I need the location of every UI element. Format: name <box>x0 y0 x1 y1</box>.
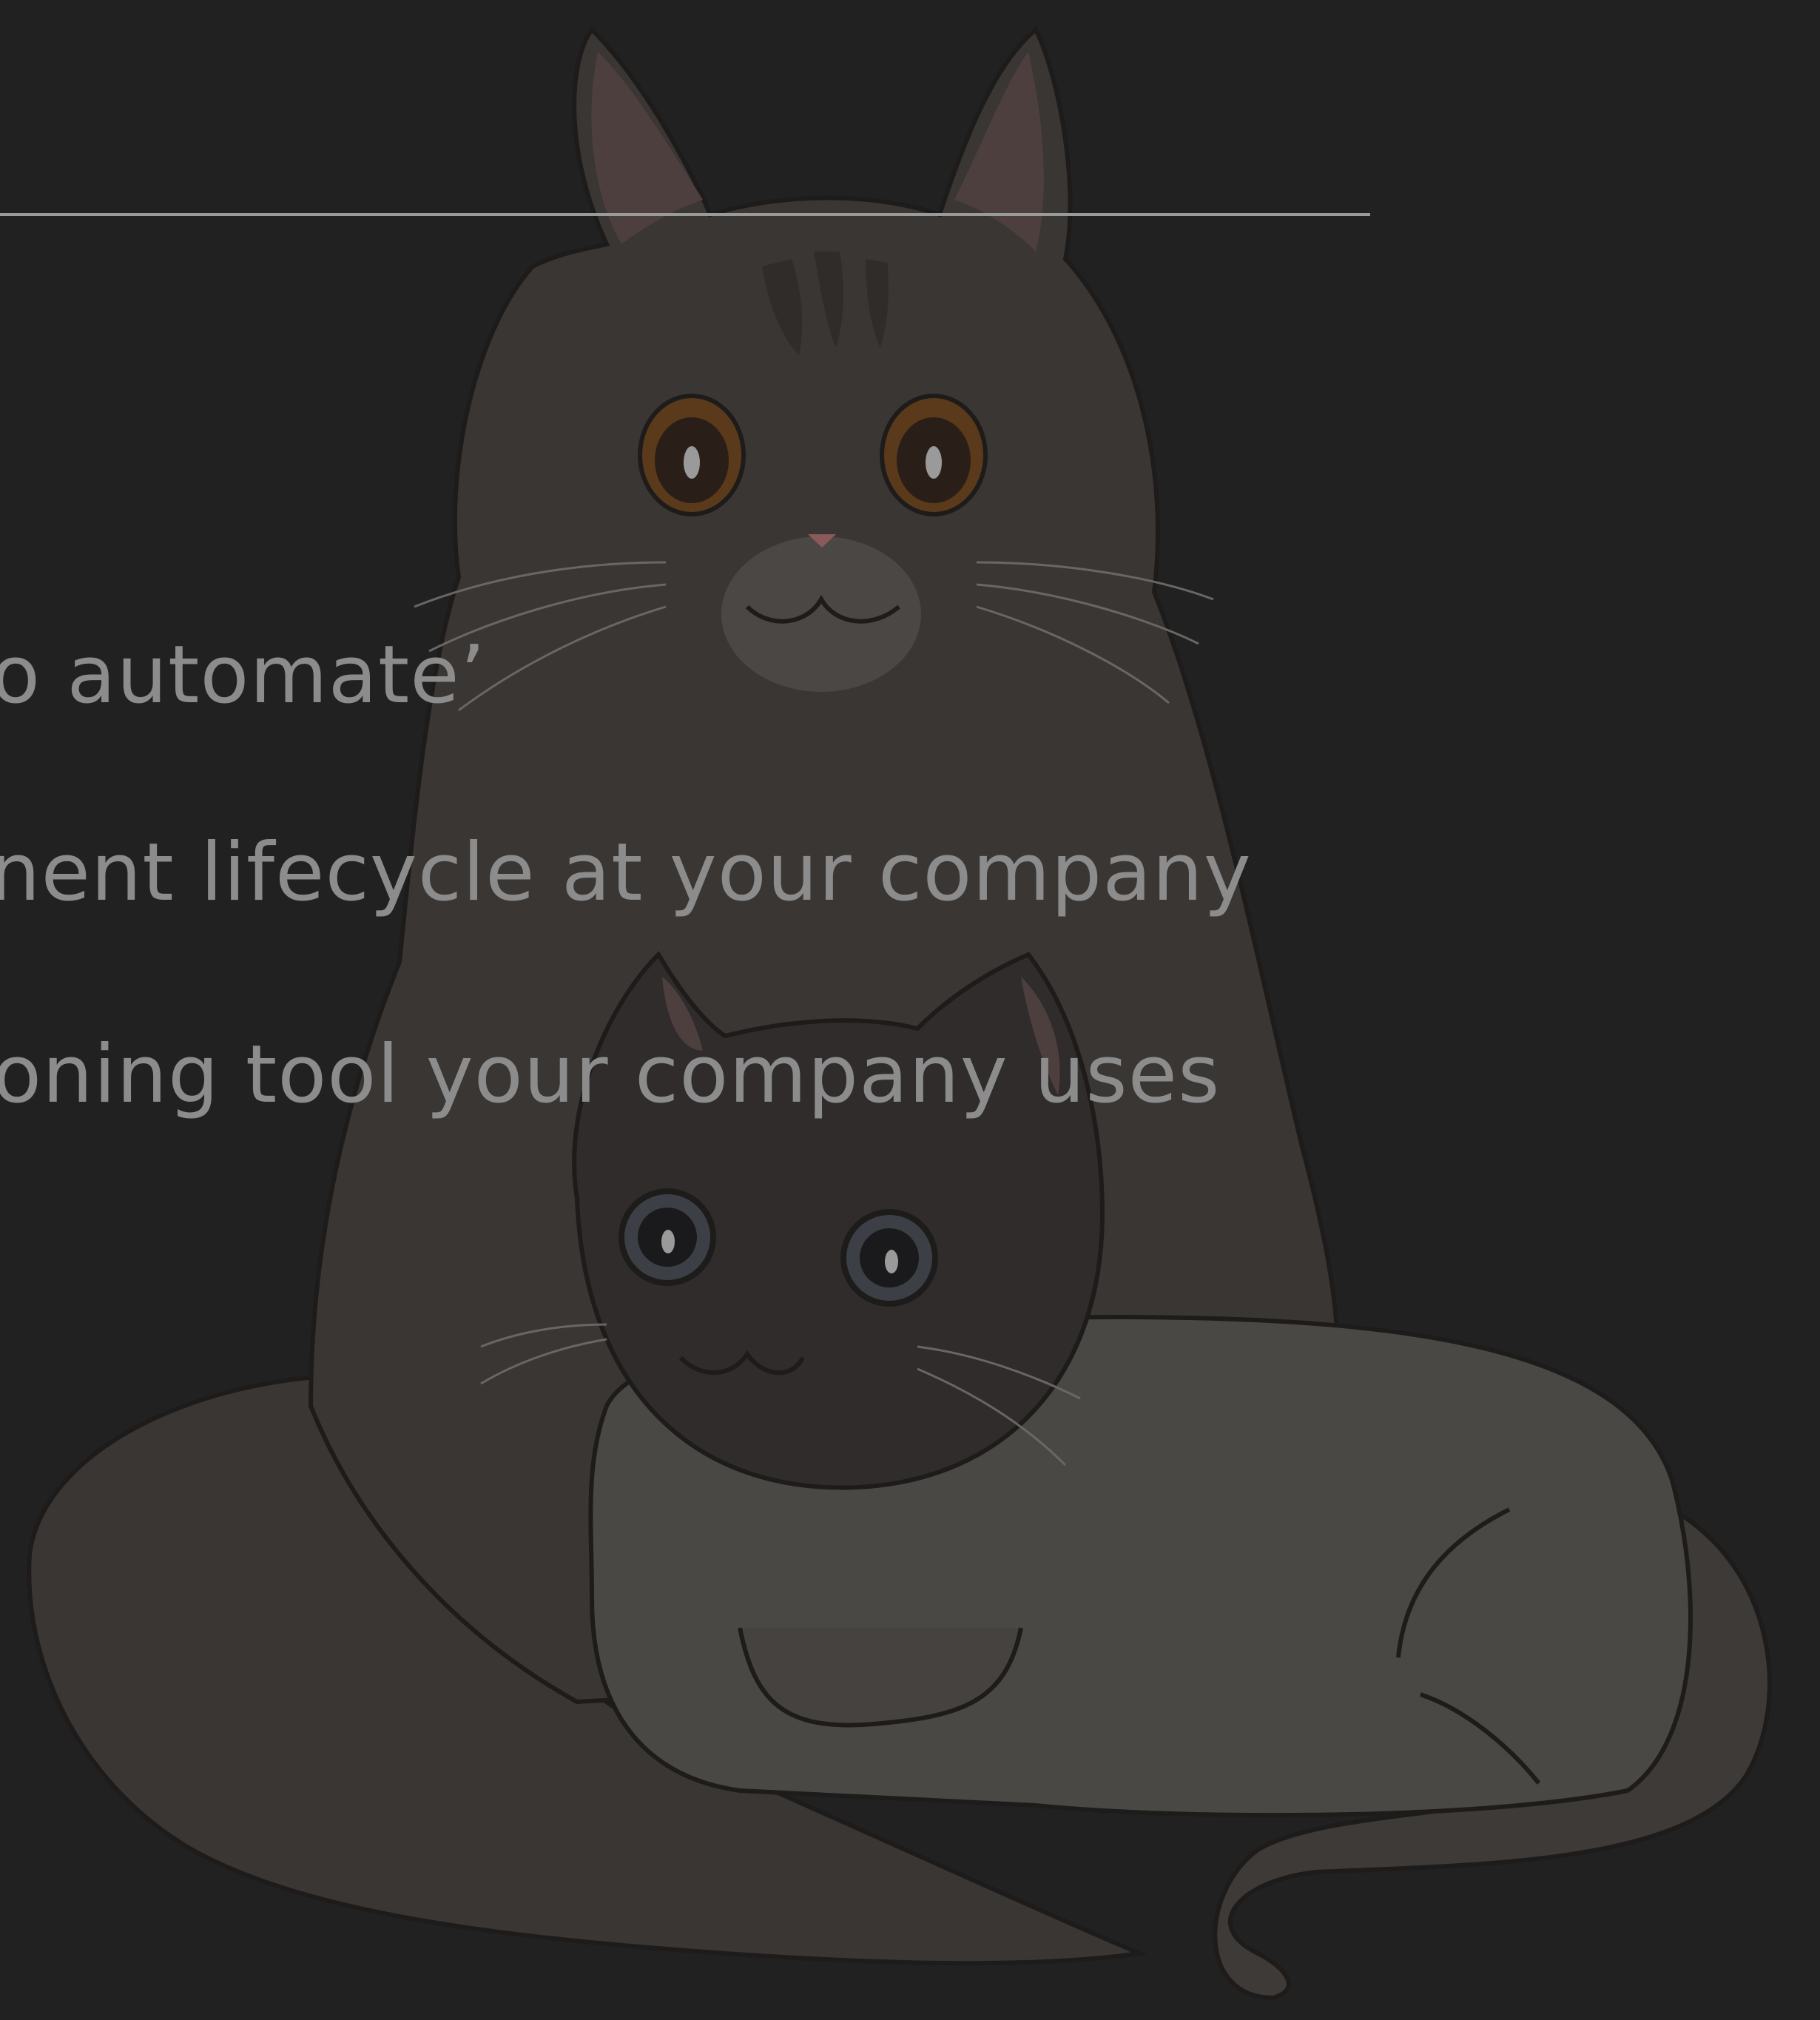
two-cats-illustration <box>27 26 1772 2001</box>
slide-divider-line <box>0 213 1370 216</box>
slide-stage: o automate’ nent lifecycle at your compa… <box>0 0 1820 2020</box>
bullet-text-lifecycle: nent lifecycle at your company <box>0 826 1252 919</box>
bullet-text-provisioning: oning tool your company uses <box>0 1028 1221 1121</box>
bullet-text-automate: o automate’ <box>0 629 486 721</box>
